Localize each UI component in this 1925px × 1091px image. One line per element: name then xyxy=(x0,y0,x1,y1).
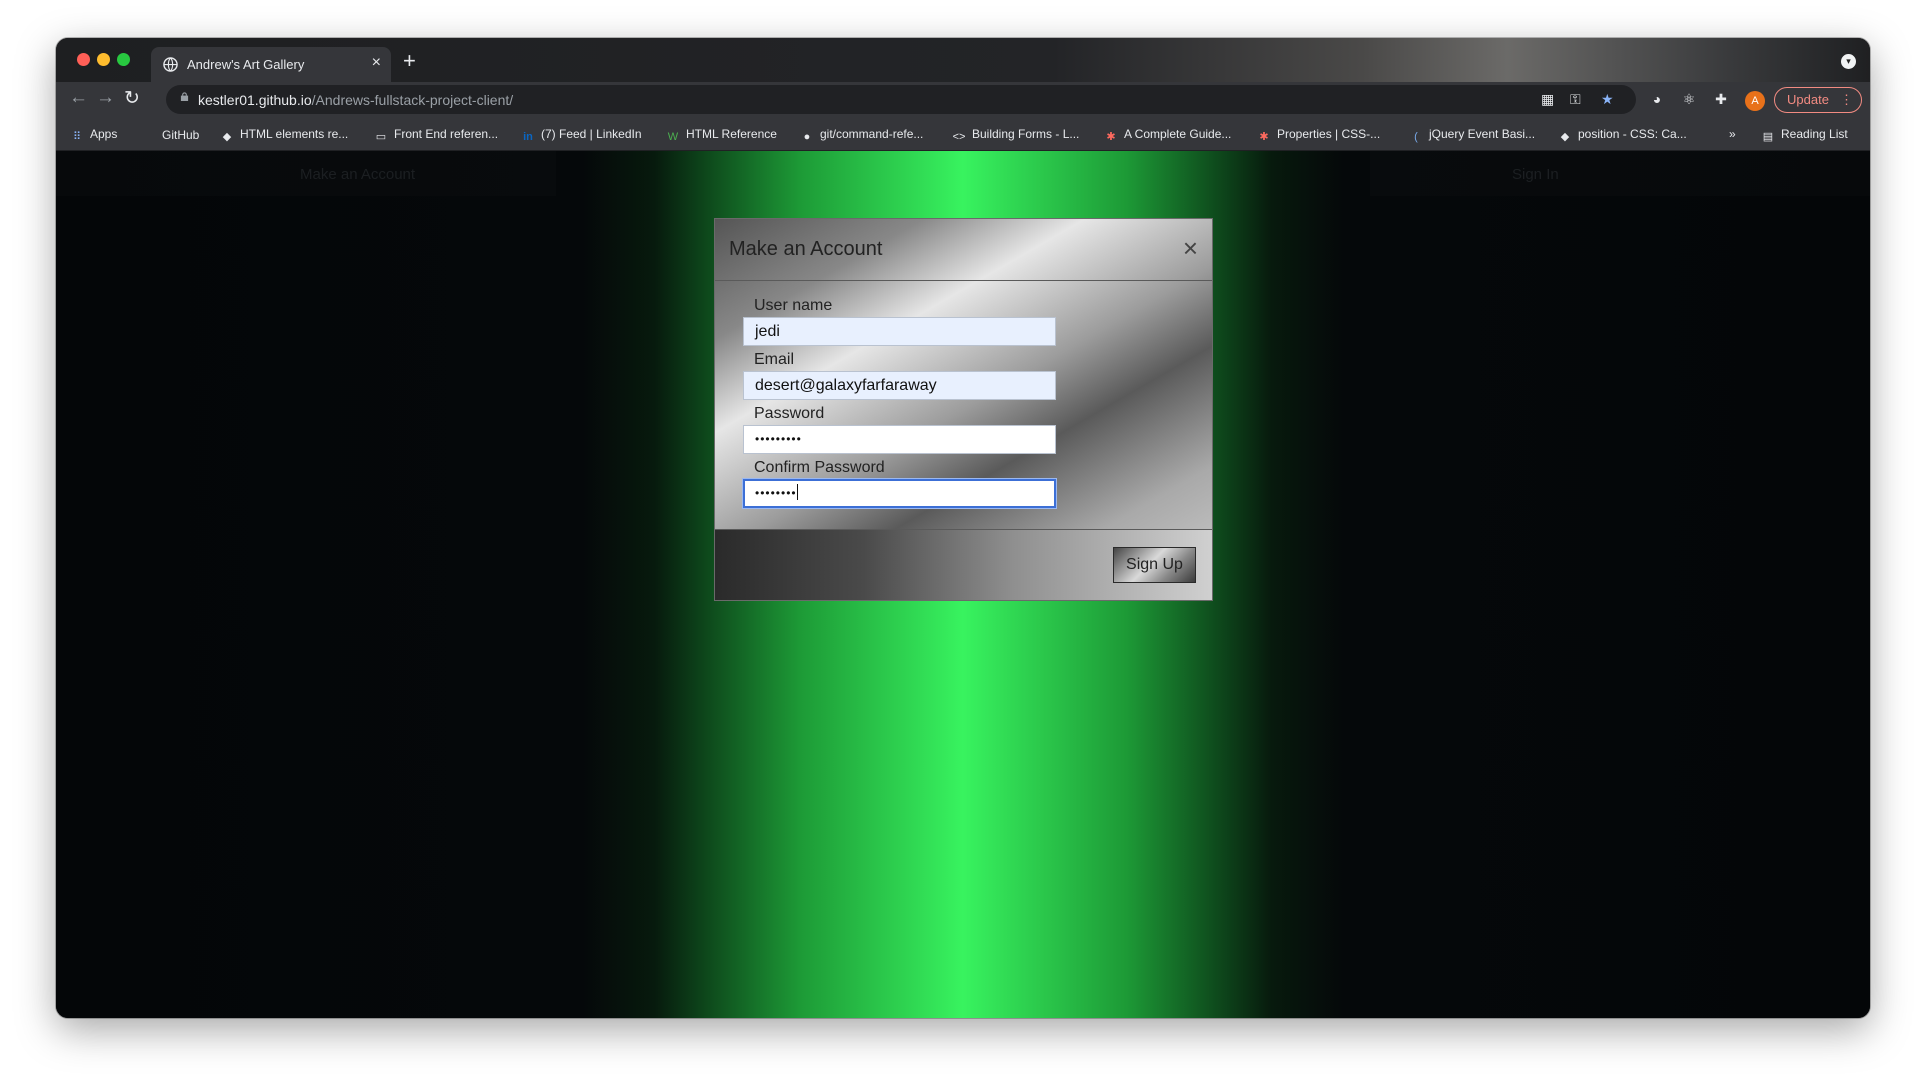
password-label: Password xyxy=(754,405,825,422)
browser-toolbar: ← → ↻ kestler01.github.io/Andrews-fullst… xyxy=(56,82,1870,118)
signup-modal: Make an Account × User name jedi Email d… xyxy=(714,218,1213,601)
bookmarks-bar: ⠿ Apps GitHub ◆ HTML elements re... ▭ Front… xyxy=(56,118,1870,151)
bookmark-apps[interactable]: ⠿ Apps xyxy=(70,127,117,144)
bookmark-label: (7) Feed | LinkedIn xyxy=(541,127,642,141)
nav-sign-in-link[interactable]: Sign In xyxy=(1512,166,1559,183)
bookmark-label: git/command-refe... xyxy=(820,127,924,141)
username-input[interactable]: jedi xyxy=(743,317,1056,346)
tab-strip: Andrew's Art Gallery × + ▾ xyxy=(56,38,1870,82)
menu-dots-icon: ⋮ xyxy=(1840,92,1853,107)
address-bar[interactable]: kestler01.github.io/Andrews-fullstack-pr… xyxy=(166,85,1636,114)
css-tricks-icon: ✱ xyxy=(1106,131,1116,143)
tab-close-icon[interactable]: × xyxy=(372,54,381,72)
mdn-icon: ◆ xyxy=(1560,131,1570,143)
github-icon xyxy=(142,127,156,141)
color-extension-icon[interactable]: ◕ xyxy=(1649,91,1665,107)
modal-header: Make an Account × xyxy=(715,219,1212,281)
new-tab-button[interactable]: + xyxy=(403,48,416,74)
bookmark-label: Building Forms - L... xyxy=(972,127,1080,141)
reading-list-label: Reading List xyxy=(1781,127,1848,141)
lock-icon xyxy=(180,92,189,101)
confirm-password-input[interactable]: •••••••• xyxy=(743,479,1056,508)
bookmark-position-css[interactable]: ◆ position - CSS: Ca... xyxy=(1558,127,1687,144)
bookmark-label: A Complete Guide... xyxy=(1124,127,1232,141)
confirm-password-value: •••••••• xyxy=(755,486,797,500)
bookmark-label: HTML Reference xyxy=(686,127,777,141)
email-label: Email xyxy=(754,351,795,368)
reading-list[interactable]: ▤ Reading List xyxy=(1761,127,1848,144)
linkedin-icon: in xyxy=(523,131,533,143)
browser-window: Andrew's Art Gallery × + ▾ ← → ↻ kestler… xyxy=(56,38,1870,1018)
modal-body: User name jedi Email desert@galaxyfarfar… xyxy=(715,281,1212,529)
maximize-window-button[interactable] xyxy=(117,53,130,66)
bookmark-front-end-folder[interactable]: ▭ Front End referen... xyxy=(374,127,498,144)
bookmark-label: jQuery Event Basi... xyxy=(1429,127,1536,141)
tab-search-icon[interactable]: ▾ xyxy=(1841,54,1856,69)
sign-up-button[interactable]: Sign Up xyxy=(1113,547,1196,583)
bookmark-label: Front End referen... xyxy=(394,127,499,141)
bookmark-git-command[interactable]: ● git/command-refe... xyxy=(800,127,924,144)
nav-right-area xyxy=(1370,151,1870,196)
username-label: User name xyxy=(754,297,833,314)
email-input[interactable]: desert@galaxyfarfaraway xyxy=(743,371,1056,400)
bookmark-linkedin[interactable]: in (7) Feed | LinkedIn xyxy=(521,127,642,144)
bookmark-label: Properties | CSS-... xyxy=(1277,127,1381,141)
mdn-icon: ◆ xyxy=(222,131,232,143)
url-text: kestler01.github.io/Andrews-fullstack-pr… xyxy=(198,92,513,108)
tab-title: Andrew's Art Gallery xyxy=(187,57,305,72)
bookmark-html-reference[interactable]: W HTML Reference xyxy=(666,127,777,144)
jquery-icon: ( xyxy=(1414,131,1418,143)
bookmark-label: position - CSS: Ca... xyxy=(1578,127,1687,141)
close-window-button[interactable] xyxy=(77,53,90,66)
bookmark-star-icon[interactable]: ★ xyxy=(1601,91,1614,108)
bookmark-complete-guide[interactable]: ✱ A Complete Guide... xyxy=(1104,127,1231,144)
back-arrow-icon[interactable]: ← xyxy=(69,87,88,109)
url-host: kestler01.github.io xyxy=(198,92,312,108)
reading-list-icon: ▤ xyxy=(1762,131,1774,143)
w3-icon: W xyxy=(667,131,679,143)
react-extension-icon[interactable]: ⚛ xyxy=(1681,91,1697,107)
key-icon[interactable]: ⚿ xyxy=(1570,91,1581,108)
qr-code-icon[interactable]: ▦ xyxy=(1541,91,1554,108)
update-button[interactable]: Update ⋮ xyxy=(1774,87,1862,113)
forward-arrow-icon[interactable]: → xyxy=(96,87,115,109)
bookmark-label: GitHub xyxy=(162,128,200,142)
nav-make-account-link[interactable]: Make an Account xyxy=(300,166,415,183)
folder-icon: ▭ xyxy=(375,131,387,143)
css-tricks-icon: ✱ xyxy=(1259,131,1269,143)
browser-tab[interactable]: Andrew's Art Gallery × xyxy=(151,47,391,82)
minimize-window-button[interactable] xyxy=(97,53,110,66)
apps-grid-icon: ⠿ xyxy=(72,131,82,143)
confirm-password-label: Confirm Password xyxy=(754,459,885,476)
bookmark-github[interactable]: GitHub xyxy=(142,127,199,142)
bookmark-building-forms[interactable]: <> Building Forms - L... xyxy=(952,127,1080,144)
close-icon[interactable]: × xyxy=(1183,233,1198,264)
extensions-puzzle-icon[interactable]: ✚ xyxy=(1713,91,1729,107)
site-nav: Make an Account Sign In xyxy=(56,151,1870,199)
code-icon: <> xyxy=(952,131,966,143)
bookmark-label: HTML elements re... xyxy=(240,127,349,141)
reload-icon[interactable]: ↻ xyxy=(124,87,140,110)
github-icon: ● xyxy=(803,131,811,143)
modal-footer: Sign Up xyxy=(715,529,1212,600)
bookmark-label: Apps xyxy=(90,127,118,141)
bookmarks-overflow-icon[interactable]: » xyxy=(1729,127,1736,141)
globe-icon xyxy=(163,57,178,72)
update-label: Update xyxy=(1787,92,1829,107)
modal-title: Make an Account xyxy=(729,238,883,260)
profile-avatar[interactable]: A xyxy=(1745,91,1765,111)
password-input[interactable]: ••••••••• xyxy=(743,425,1056,454)
bookmark-html-elements[interactable]: ◆ HTML elements re... xyxy=(220,127,349,144)
text-caret xyxy=(796,484,798,500)
url-path: /Andrews-fullstack-project-client/ xyxy=(311,92,514,108)
bookmark-jquery[interactable]: ( jQuery Event Basi... xyxy=(1409,127,1535,144)
bookmark-properties[interactable]: ✱ Properties | CSS-... xyxy=(1257,127,1380,144)
